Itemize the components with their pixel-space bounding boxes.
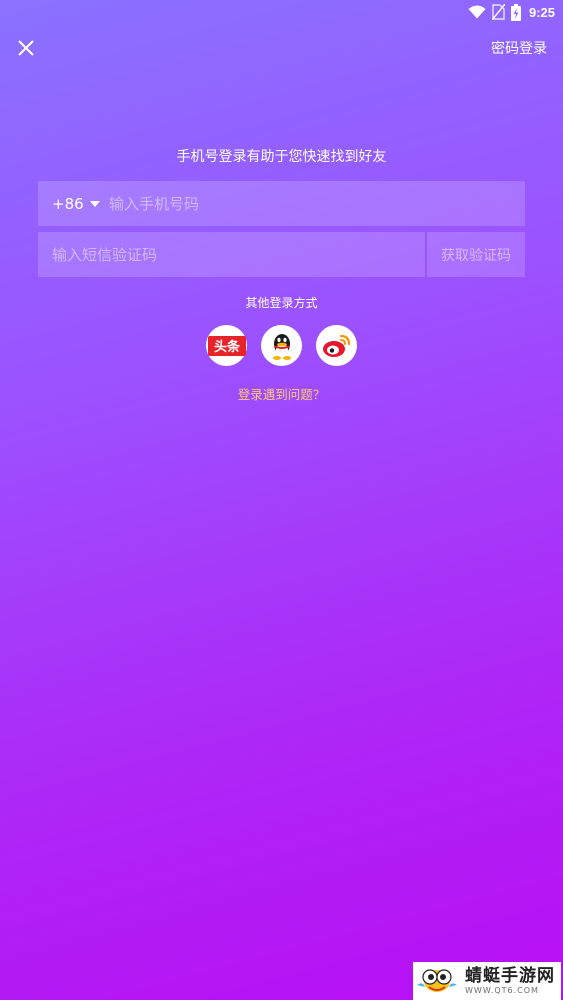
toutiao-icon: 头条 [207, 335, 246, 356]
country-code: +86 [52, 194, 84, 213]
toutiao-icon-text: 头条 [213, 339, 240, 355]
login-hint: 手机号登录有助于您快速找到好友 [176, 149, 387, 165]
sms-code-box [38, 232, 425, 277]
no-sim-icon [491, 4, 505, 20]
close-icon [18, 40, 34, 56]
get-code-button[interactable]: 获取验证码 [427, 232, 525, 277]
phone-field: +86 [38, 181, 525, 226]
watermark: 蜻蜓手游网 WWW.QT6.COM [413, 962, 561, 1000]
battery-charging-icon [510, 3, 521, 21]
sms-code-field: 获取验证码 [38, 232, 525, 277]
sms-code-input[interactable] [52, 232, 412, 277]
toutiao-login-button[interactable]: 头条 [206, 325, 247, 366]
watermark-text: 蜻蜓手游网 WWW.QT6.COM [465, 966, 555, 996]
login-trouble-link[interactable]: 登录遇到问题？ [0, 384, 563, 403]
wifi-icon [468, 5, 486, 19]
status-icons: 9:25 [468, 3, 555, 21]
caret-down-icon [89, 201, 100, 207]
country-code-selector[interactable]: +86 [52, 181, 100, 226]
watermark-title: 蜻蜓手游网 [465, 966, 555, 986]
qq-login-button[interactable] [261, 325, 302, 366]
password-login-link[interactable]: 密码登录 [491, 38, 547, 58]
status-bar: 9:25 [0, 0, 563, 24]
social-login-row: 头条 [0, 325, 563, 366]
weibo-icon [322, 334, 350, 357]
phone-input[interactable] [109, 181, 509, 226]
status-time: 9:25 [528, 4, 555, 20]
dragonfly-mascot-icon [417, 969, 457, 992]
close-button[interactable] [14, 36, 38, 60]
weibo-login-button[interactable] [316, 325, 357, 366]
qq-icon [272, 333, 291, 360]
watermark-url: WWW.QT6.COM [465, 986, 539, 995]
other-login-label: 其他登录方式 [245, 296, 318, 310]
